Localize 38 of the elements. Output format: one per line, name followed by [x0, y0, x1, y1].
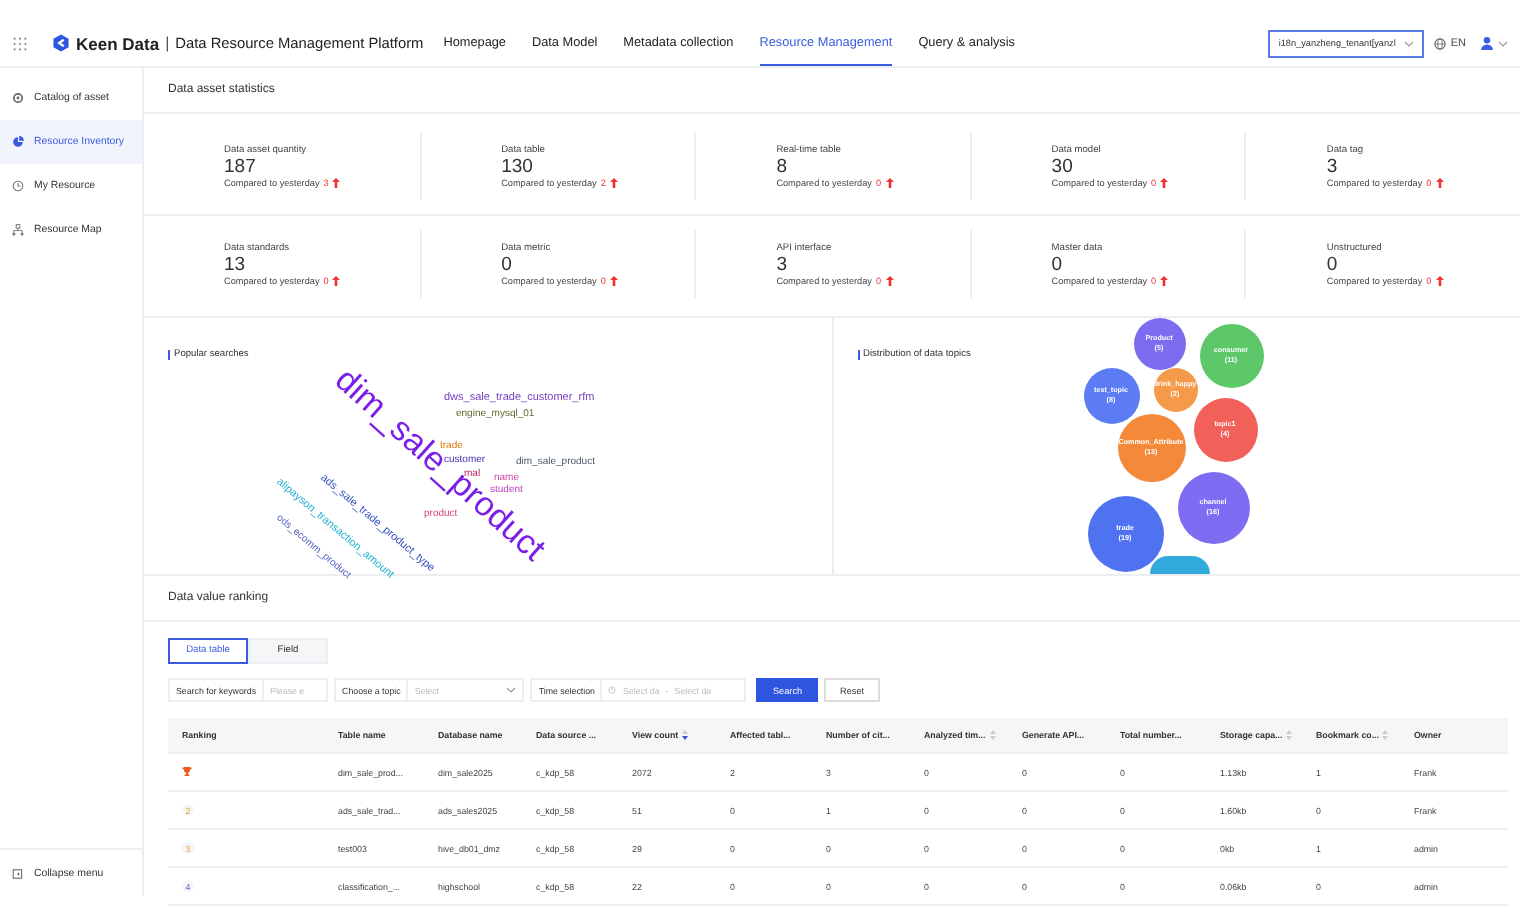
- clock-icon: [608, 686, 617, 694]
- caret-icon: [506, 686, 517, 694]
- trend-up-icon: [1435, 177, 1444, 187]
- clock-icon: [12, 180, 24, 192]
- stat-value: 13: [224, 253, 248, 275]
- trend-up-icon: [609, 177, 618, 187]
- trophy-icon: [182, 766, 192, 776]
- trend-up-icon: [1435, 275, 1444, 285]
- trend-up-icon: [332, 275, 341, 285]
- sort-icon[interactable]: [682, 730, 689, 740]
- hierarchy-icon: [12, 224, 24, 236]
- brand-name: Keen Data: [76, 33, 160, 53]
- caret-icon: [1404, 39, 1415, 47]
- topic-bubble[interactable]: [1149, 556, 1209, 574]
- caret-icon: [1498, 39, 1508, 47]
- trend-up-icon: [885, 177, 893, 187]
- trend-up-icon: [885, 275, 893, 285]
- trend-up-icon: [1160, 275, 1169, 285]
- trend-up-icon: [332, 177, 341, 187]
- gear-icon: [12, 92, 24, 104]
- stat-value: 187: [224, 155, 258, 177]
- stat-value: 0: [501, 253, 514, 275]
- trend-up-icon: [1160, 177, 1169, 187]
- collapse-icon: [12, 867, 24, 879]
- title-separator: |: [165, 34, 170, 52]
- trend-up-icon: [609, 275, 618, 285]
- user-icon[interactable]: [1480, 36, 1494, 50]
- stat-value: 30: [1051, 155, 1075, 177]
- stat-value: 0: [1326, 253, 1340, 275]
- stat-value: 130: [501, 155, 535, 177]
- stat-value: 3: [1326, 155, 1340, 177]
- globe-icon[interactable]: [1434, 37, 1447, 49]
- stat-value: 8: [776, 155, 789, 177]
- pie-chart-icon: [12, 136, 24, 148]
- stat-value: 3: [776, 253, 789, 275]
- stat-value: 0: [1051, 253, 1065, 275]
- logo-icon: [52, 34, 70, 52]
- apps-grid-icon[interactable]: [12, 35, 28, 51]
